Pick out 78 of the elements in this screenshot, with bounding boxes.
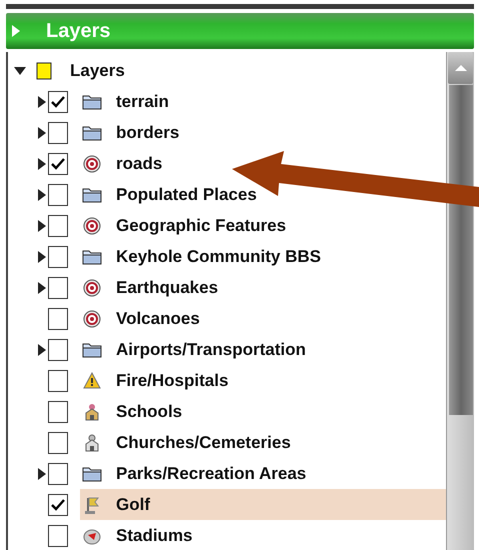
- checkbox[interactable]: [48, 338, 68, 360]
- tree-item[interactable]: Airports/Transportation: [80, 334, 310, 365]
- checkbox[interactable]: [48, 462, 68, 484]
- tree-item[interactable]: Schools: [80, 396, 186, 427]
- tree-item[interactable]: Stadiums: [80, 520, 197, 550]
- folder-icon: [82, 186, 102, 203]
- folder-icon: [82, 124, 102, 141]
- item-label: Schools: [116, 402, 182, 422]
- scrollbar[interactable]: [446, 52, 474, 550]
- target-icon: [82, 154, 102, 172]
- tree-item[interactable]: Populated Places: [80, 179, 261, 210]
- checkbox[interactable]: [48, 122, 68, 144]
- folder-icon: [82, 93, 102, 110]
- item-label: Golf: [116, 494, 150, 514]
- panel-title: Layers: [46, 20, 110, 42]
- check-icon[interactable]: [51, 96, 65, 108]
- item-label: roads: [116, 154, 162, 174]
- folder-icon: [82, 248, 102, 265]
- item-label: Earthquakes: [116, 278, 218, 298]
- collapse-arrow-icon[interactable]: [14, 66, 26, 74]
- item-label: Churches/Cemeteries: [116, 432, 291, 452]
- target-icon: [82, 310, 102, 328]
- expand-arrow-icon[interactable]: [38, 282, 46, 294]
- tree-item[interactable]: Geographic Features: [80, 210, 290, 241]
- tree-item[interactable]: Parks/Recreation Areas: [80, 458, 310, 489]
- checkbox[interactable]: [48, 184, 68, 206]
- stadium-icon: [82, 526, 102, 544]
- tree-item[interactable]: Golf: [80, 489, 446, 520]
- expand-arrow-icon[interactable]: [38, 468, 46, 480]
- expand-arrow-icon[interactable]: [38, 126, 46, 138]
- tree-item[interactable]: borders: [80, 117, 184, 148]
- tree-item[interactable]: Layers: [70, 60, 125, 80]
- item-label: terrain: [116, 92, 169, 112]
- item-label: Parks/Recreation Areas: [116, 464, 306, 484]
- expand-arrow-icon[interactable]: [38, 188, 46, 200]
- square-icon: [36, 62, 52, 80]
- checkbox[interactable]: [48, 246, 68, 268]
- checkbox[interactable]: [48, 400, 68, 422]
- tree-item[interactable]: Volcanoes: [80, 303, 204, 334]
- expand-arrow-icon[interactable]: [38, 344, 46, 356]
- expand-arrow-icon[interactable]: [38, 96, 46, 108]
- check-icon[interactable]: [51, 158, 65, 170]
- checkbox[interactable]: [48, 524, 68, 546]
- up-arrow-icon: [454, 64, 466, 72]
- item-label: Volcanoes: [116, 308, 200, 328]
- item-label: Stadiums: [116, 526, 193, 546]
- tree-item[interactable]: roads: [80, 148, 166, 179]
- check-icon[interactable]: [51, 498, 65, 510]
- checkbox[interactable]: [48, 494, 68, 516]
- tree-item[interactable]: Keyhole Community BBS: [80, 241, 325, 272]
- item-label: Populated Places: [116, 184, 257, 204]
- warning-icon: [82, 372, 102, 390]
- item-label: Keyhole Community BBS: [116, 246, 321, 266]
- item-label: Geographic Features: [116, 216, 286, 236]
- folder-icon: [82, 341, 102, 358]
- checkbox[interactable]: [48, 432, 68, 454]
- scroll-up-button[interactable]: [448, 52, 473, 84]
- tree-item[interactable]: Earthquakes: [80, 272, 222, 303]
- expand-arrow-icon[interactable]: [38, 220, 46, 232]
- scroll-thumb[interactable]: [448, 85, 472, 415]
- item-label: Airports/Transportation: [116, 340, 306, 360]
- folder-icon: [82, 465, 102, 482]
- checkbox[interactable]: [48, 214, 68, 236]
- expand-arrow-icon[interactable]: [38, 250, 46, 262]
- tree-item[interactable]: Fire/Hospitals: [80, 365, 232, 396]
- flag-icon: [82, 496, 102, 514]
- checkbox[interactable]: [48, 276, 68, 298]
- target-icon: [82, 216, 102, 234]
- checkbox[interactable]: [48, 90, 68, 112]
- item-label: Fire/Hospitals: [116, 370, 228, 390]
- checkbox[interactable]: [48, 308, 68, 330]
- expand-arrow-icon[interactable]: [38, 158, 46, 170]
- tree-item[interactable]: Churches/Cemeteries: [80, 427, 295, 458]
- tree-item[interactable]: terrain: [80, 86, 173, 117]
- item-label: borders: [116, 122, 180, 142]
- checkbox[interactable]: [48, 152, 68, 174]
- checkbox[interactable]: [48, 370, 68, 392]
- target-icon: [82, 278, 102, 296]
